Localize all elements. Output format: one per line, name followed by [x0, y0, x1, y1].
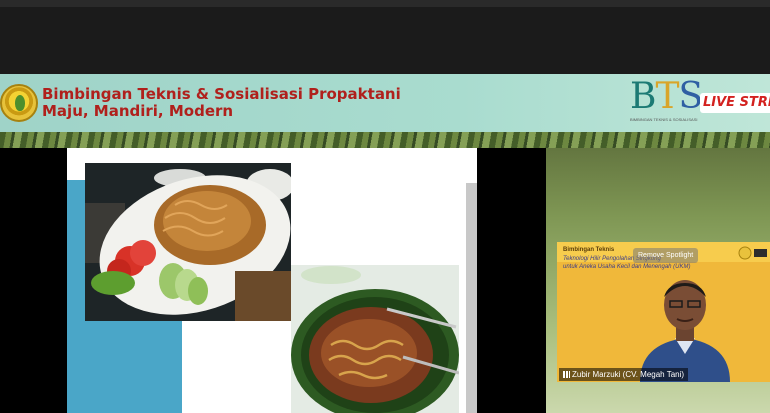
banner-title: Bimbingan Teknis & Sosialisasi Propaktan…	[42, 85, 401, 103]
top-black-bar	[0, 0, 770, 74]
webcam-slide-title: Bimbingan Teknis	[563, 247, 615, 253]
webcam-slide-subtitle-2: untuk Aneka Usaha Kecil dan Menengah (UK…	[563, 264, 691, 270]
live-streaming-badge: LIVE STRE	[700, 93, 770, 113]
emblem-leaf	[15, 95, 25, 111]
banner-subtitle: Maju, Mandiri, Modern	[42, 102, 234, 120]
webcam-logos-icon	[738, 246, 767, 260]
bts-caption: BIMBINGAN TEKNIS & SOSIALISASI	[630, 117, 698, 122]
bts-letter-s: S	[678, 76, 703, 117]
ministry-emblem-icon	[0, 84, 38, 122]
food-photo-mie-aceh	[291, 265, 459, 413]
bts-letter-t: T	[655, 76, 679, 117]
bts-letter-b: B	[630, 76, 656, 117]
food-photo-fried-noodles	[85, 163, 291, 321]
remove-spotlight-button[interactable]: Remove Spotlight	[633, 248, 699, 263]
bts-logo-text: BTS	[630, 76, 703, 117]
participant-name-label: Zubir Marzuki (CV. Megah Tani)	[559, 368, 689, 381]
presenter-figure	[640, 280, 730, 382]
slide-grey-strip	[466, 183, 477, 413]
live-label: LIVE STRE	[703, 95, 770, 110]
top-strip	[0, 0, 770, 7]
fried-noodles-illustration	[85, 163, 291, 321]
bts-logo: BTS BIMBINGAN TEKNIS & SOSIALISASI	[630, 76, 703, 123]
mie-aceh-illustration	[291, 265, 459, 413]
participant-name: Zubir Marzuki (CV. Megah Tani)	[572, 370, 685, 379]
leaf-border	[0, 132, 770, 148]
signal-bars-icon	[563, 371, 570, 378]
